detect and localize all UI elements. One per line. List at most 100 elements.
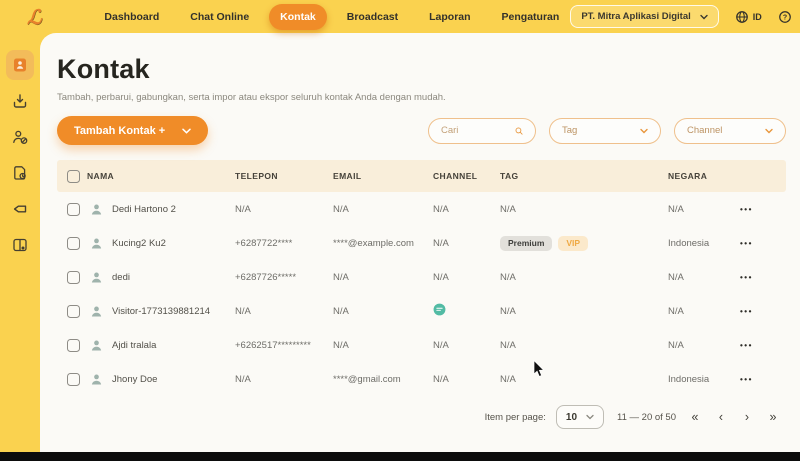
table-row[interactable]: Kucing2 Ku2 +6287722**** ****@example.co… xyxy=(57,226,786,260)
chevron-down-icon xyxy=(182,128,191,134)
contact-phone: +6262517********* xyxy=(235,340,333,351)
contact-tags: N/A xyxy=(500,306,668,317)
pagination-bar: Item per page: 10 11 — 20 of 50 « ‹ › » xyxy=(57,405,786,429)
sidebar-item-tags[interactable] xyxy=(6,194,34,224)
contact-email: N/A xyxy=(333,340,433,351)
row-checkbox[interactable] xyxy=(67,203,80,216)
contact-phone: N/A xyxy=(235,204,333,215)
next-page-button[interactable]: › xyxy=(734,410,760,424)
nav-kontak[interactable]: Kontak xyxy=(269,4,327,30)
table-row[interactable]: Visitor-1773139881214 N/A N/A N/A N/A ••… xyxy=(57,294,786,328)
language-code: ID xyxy=(753,12,762,22)
row-actions-button[interactable]: ••• xyxy=(740,205,786,214)
nav-laporan[interactable]: Laporan xyxy=(418,4,481,30)
contact-name: dedi xyxy=(112,272,130,283)
contact-name: Dedi Hartono 2 xyxy=(112,204,176,215)
main-nav: Dashboard Chat Online Kontak Broadcast L… xyxy=(93,4,570,30)
sidebar-item-contact-files[interactable] xyxy=(6,158,34,188)
tag-filter-label: Tag xyxy=(562,125,577,136)
contact-file-icon xyxy=(12,165,28,181)
prev-page-button[interactable]: ‹ xyxy=(708,410,734,424)
contact-channel: N/A xyxy=(433,374,500,385)
main-content-card: Kontak Tambah, perbarui, gabungkan, sert… xyxy=(40,33,800,452)
contact-phone: +6287722**** xyxy=(235,238,333,249)
first-page-button[interactable]: « xyxy=(682,410,708,424)
search-box[interactable] xyxy=(428,118,536,144)
select-all-checkbox[interactable] xyxy=(67,170,80,183)
nav-chat-online[interactable]: Chat Online xyxy=(179,4,260,30)
language-switcher[interactable]: ID xyxy=(735,10,762,24)
row-checkbox[interactable] xyxy=(67,271,80,284)
help-button[interactable]: ? xyxy=(778,10,792,24)
add-contact-button[interactable]: Tambah Kontak + xyxy=(57,116,208,145)
row-actions-button[interactable]: ••• xyxy=(740,375,786,384)
company-selector[interactable]: PT. Mitra Aplikasi Digital xyxy=(570,5,718,28)
row-actions-button[interactable]: ••• xyxy=(740,341,786,350)
company-name: PT. Mitra Aplikasi Digital xyxy=(581,11,690,22)
toolbar: Tambah Kontak + Tag Channel xyxy=(57,116,786,145)
page-title: Kontak xyxy=(57,54,786,85)
row-checkbox[interactable] xyxy=(67,237,80,250)
contact-avatar-icon xyxy=(90,305,103,318)
contact-avatar-icon xyxy=(90,373,103,386)
channel-filter-label: Channel xyxy=(687,125,722,136)
col-nama: NAMA xyxy=(87,171,235,181)
filter-bar: Tag Channel xyxy=(428,118,786,144)
chevron-down-icon xyxy=(700,14,708,20)
contact-country: Indonesia xyxy=(668,374,740,385)
col-channel: CHANNEL xyxy=(433,171,500,181)
contact-email: ****@example.com xyxy=(333,238,433,249)
items-per-page-label: Item per page: xyxy=(485,412,546,423)
contact-phone: +6287726***** xyxy=(235,272,333,283)
sidebar-item-contacts[interactable] xyxy=(6,50,34,80)
contact-country: N/A xyxy=(668,272,740,283)
chevron-down-icon xyxy=(765,128,773,134)
row-actions-button[interactable]: ••• xyxy=(740,273,786,282)
contact-channel: N/A xyxy=(433,204,500,215)
last-page-button[interactable]: » xyxy=(760,410,786,424)
contact-name: Ajdi tralala xyxy=(112,340,156,351)
table-row[interactable]: Ajdi tralala +6262517********* N/A N/A N… xyxy=(57,328,786,362)
sidebar xyxy=(0,33,40,452)
add-contact-label: Tambah Kontak + xyxy=(74,125,165,137)
sidebar-item-import-export[interactable] xyxy=(6,86,34,116)
contact-channel: N/A xyxy=(433,238,500,249)
pagination-range: 11 — 20 of 50 xyxy=(617,412,676,423)
table-body: Dedi Hartono 2 N/A N/A N/A N/A N/A ••• K… xyxy=(57,192,786,396)
contact-name: Visitor-1773139881214 xyxy=(112,306,210,317)
nav-dashboard[interactable]: Dashboard xyxy=(93,4,170,30)
row-actions-button[interactable]: ••• xyxy=(740,307,786,316)
webchat-channel-icon xyxy=(433,303,446,316)
page-size-select[interactable]: 10 xyxy=(556,405,604,429)
nav-pengaturan[interactable]: Pengaturan xyxy=(491,4,571,30)
contact-country: Indonesia xyxy=(668,238,740,249)
search-input[interactable] xyxy=(441,125,515,136)
col-tag: TAG xyxy=(500,171,668,181)
nav-broadcast[interactable]: Broadcast xyxy=(336,4,409,30)
tag-filter-dropdown[interactable]: Tag xyxy=(549,118,661,144)
contacts-badge-icon xyxy=(12,57,28,73)
table-row[interactable]: dedi +6287726***** N/A N/A N/A N/A ••• xyxy=(57,260,786,294)
row-actions-button[interactable]: ••• xyxy=(740,239,786,248)
table-row[interactable]: Jhony Doe N/A ****@gmail.com N/A N/A Ind… xyxy=(57,362,786,396)
contact-country: N/A xyxy=(668,204,740,215)
tag-icon xyxy=(12,201,28,217)
contact-name: Jhony Doe xyxy=(112,374,157,385)
contact-channel: N/A xyxy=(433,272,500,283)
contact-email: N/A xyxy=(333,272,433,283)
sidebar-item-blocked-contacts[interactable] xyxy=(6,122,34,152)
contact-tags: N/A xyxy=(500,340,668,351)
row-checkbox[interactable] xyxy=(67,373,80,386)
contact-email: N/A xyxy=(333,306,433,317)
contact-tags: PremiumVIP xyxy=(500,236,668,251)
row-checkbox[interactable] xyxy=(67,339,80,352)
contact-tags: N/A xyxy=(500,272,668,283)
top-header-bar: ℒ Dashboard Chat Online Kontak Broadcast… xyxy=(0,0,800,33)
sidebar-item-segments[interactable] xyxy=(6,230,34,260)
contact-tags: N/A xyxy=(500,374,668,385)
contact-country: N/A xyxy=(668,340,740,351)
table-row[interactable]: Dedi Hartono 2 N/A N/A N/A N/A N/A ••• xyxy=(57,192,786,226)
channel-filter-dropdown[interactable]: Channel xyxy=(674,118,786,144)
contact-email: N/A xyxy=(333,204,433,215)
row-checkbox[interactable] xyxy=(67,305,80,318)
